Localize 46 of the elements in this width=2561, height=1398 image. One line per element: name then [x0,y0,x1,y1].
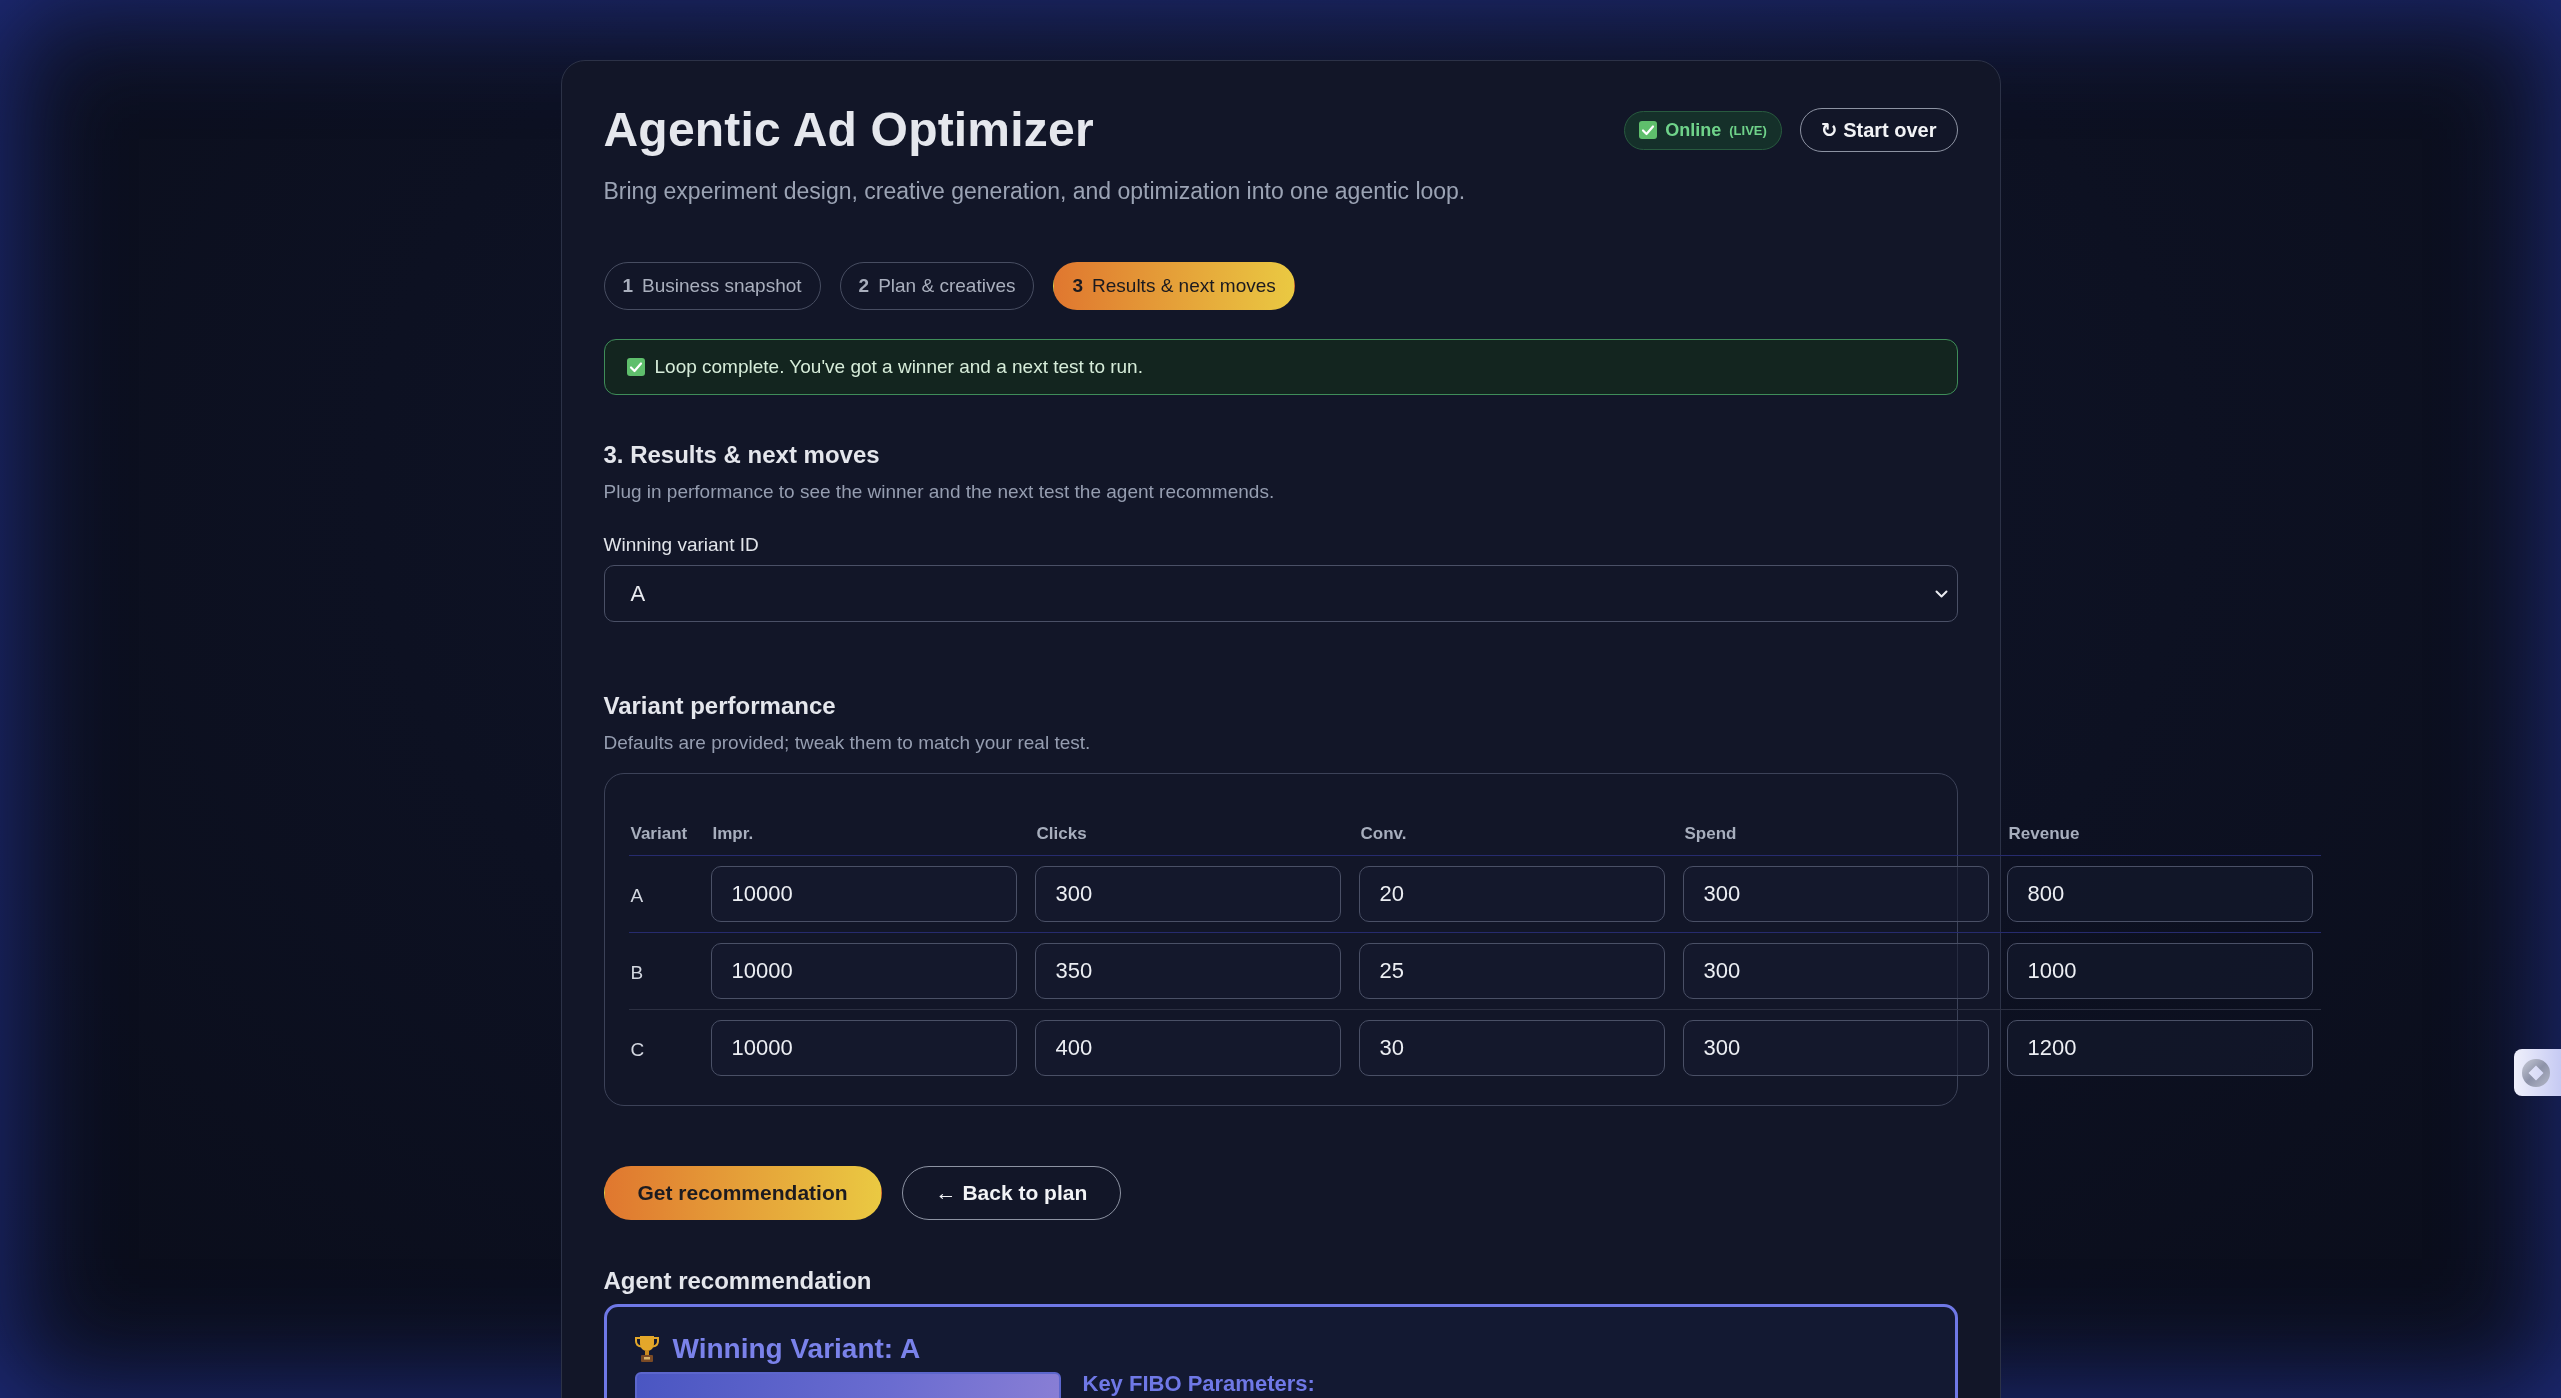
metric-input[interactable]: 10000 [710,865,1017,922]
winner-title: Winning Variant: A [672,1332,921,1366]
metric-input[interactable]: 800 [2006,865,2313,922]
ring-icon [2521,1057,2551,1088]
winning-variant-select[interactable]: A [603,565,1958,623]
column-header: Impr. [711,822,755,845]
metric-input[interactable]: 1000 [2006,942,2313,999]
column-header: Variant [629,822,689,845]
metric-input[interactable]: 300 [1682,942,1989,999]
status-text: Online [1665,119,1722,141]
get-recommendation-button[interactable]: Get recommendation [603,1165,882,1220]
chevron-down-icon [1934,589,1948,598]
status-tag: (LIVE) [1729,122,1767,138]
variant-label: C [629,1037,646,1061]
section-heading: Agent recommendation [603,1265,873,1296]
field-label: Winning variant ID [603,532,760,557]
column-header: Spend [1683,822,1738,845]
column-header: Revenue [2007,822,2081,845]
metric-input[interactable]: 350 [1034,942,1341,999]
section-description: Defaults are provided; tweak them to match your real test. [603,731,1092,756]
metric-input[interactable]: 30 [1358,1019,1665,1076]
section-heading: Variant performance [603,691,837,722]
section-heading: 3. Results & next moves [603,439,881,470]
banner-text: Loop complete. You've got a winner and a next test to run. [654,355,1143,378]
metric-input[interactable]: 1200 [2006,1019,2313,1076]
metric-input[interactable]: 10000 [710,942,1017,999]
app-title: Agentic Ad Optimizer [603,102,1094,158]
section-description: Plug in performance to see the winner and the next test the agent recommends. [603,479,1276,504]
app-subtitle: Bring experiment design, creative generation, and optimization into one agentic loop. [603,176,1466,206]
trophy-icon [634,1334,659,1363]
check-icon [626,357,645,376]
column-header: Conv. [1359,822,1408,845]
step-tab[interactable]: 3 Results & next moves [1053,261,1295,310]
metric-input[interactable]: 25 [1358,942,1665,999]
metric-input[interactable]: 10000 [710,1019,1017,1076]
check-icon [1639,121,1658,139]
metric-input[interactable]: 300 [1034,865,1341,922]
metric-input[interactable]: 20 [1358,865,1665,922]
variant-label: B [629,960,645,984]
metric-input[interactable]: 300 [1682,1019,1989,1076]
parameters-heading: Key FIBO Parameters: [1082,1371,1315,1396]
metric-input[interactable]: 400 [1034,1019,1341,1076]
metric-input[interactable]: 300 [1682,865,1989,922]
side-widget-tab[interactable] [2514,1049,2561,1096]
variant-label: A [629,883,645,907]
column-header: Clicks [1035,822,1088,845]
